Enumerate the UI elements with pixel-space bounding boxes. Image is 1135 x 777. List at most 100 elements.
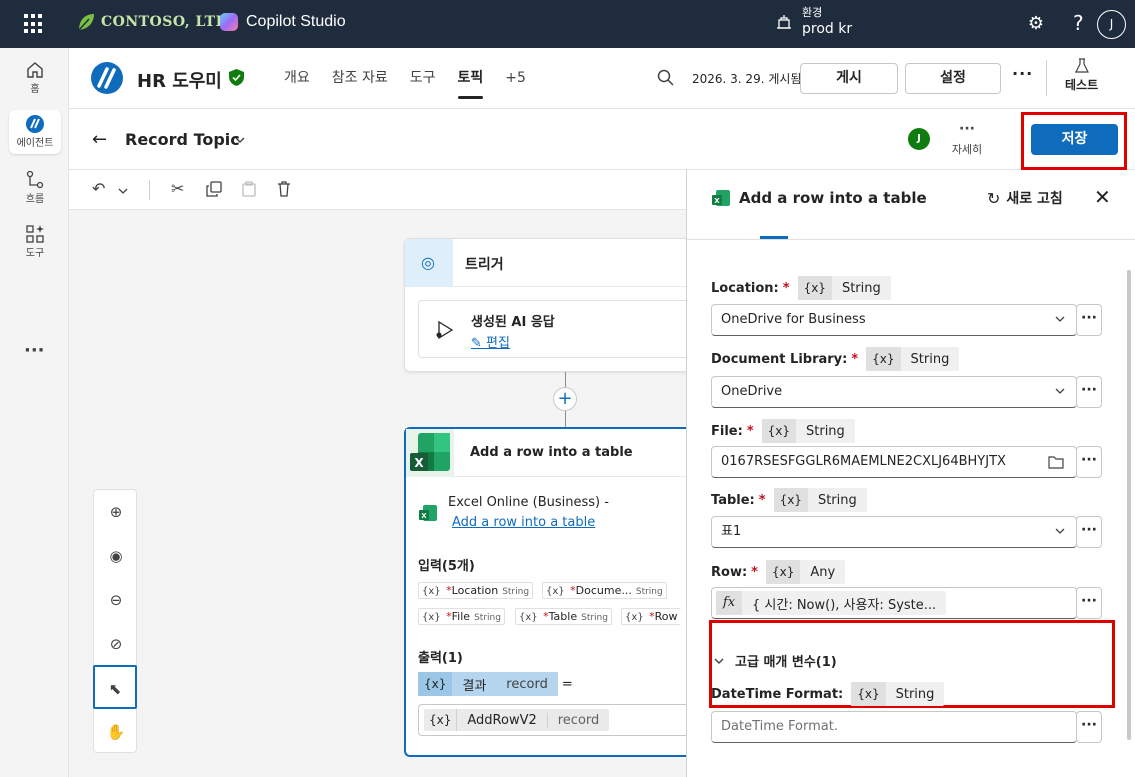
input-chip-document: {x} *Docume... String — [542, 582, 667, 599]
tab-topics[interactable]: 토픽 — [447, 48, 495, 109]
tab-overview[interactable]: 개요 — [273, 48, 321, 109]
product-title[interactable]: Copilot Studio — [220, 13, 346, 31]
panel-tabs — [687, 226, 1135, 239]
trigger-node[interactable]: ◎ 트리거 생성된 AI 응답 ✎ 편집 — [404, 238, 695, 372]
fit-view-icon[interactable]: ◉ — [94, 534, 138, 578]
cut-icon[interactable]: ✂ — [171, 179, 184, 198]
file-more-button[interactable]: ··· — [1076, 446, 1102, 478]
chevron-down-icon[interactable] — [234, 134, 246, 146]
back-arrow-icon[interactable]: ← — [92, 129, 107, 150]
user-avatar[interactable]: J — [1097, 10, 1126, 39]
document-library-label: Document Library: * {x} String — [711, 347, 960, 371]
delete-icon[interactable] — [277, 181, 291, 197]
datetime-format-input[interactable]: DateTime Format. — [711, 711, 1077, 743]
publish-button[interactable]: 게시 — [800, 63, 898, 94]
action-link[interactable]: Add a row into a table — [452, 515, 595, 530]
select-pointer-icon[interactable]: ⬉ — [93, 665, 137, 709]
nav-flows[interactable]: 흐름 — [9, 166, 61, 210]
scrollbar[interactable] — [1127, 270, 1131, 740]
refresh-icon: ↻ — [987, 188, 1001, 208]
copy-icon[interactable] — [206, 181, 222, 197]
pan-hand-icon[interactable]: ✋ — [94, 710, 138, 754]
refresh-button[interactable]: ↻ 새로 고침 — [987, 188, 1063, 208]
search-icon[interactable] — [657, 69, 675, 87]
output-variable-type: record — [557, 712, 600, 728]
undo-icon[interactable]: ↶ — [92, 179, 105, 198]
tools-icon — [26, 225, 44, 243]
tab-more[interactable]: +5 — [494, 48, 537, 109]
chevron-down-icon[interactable] — [117, 185, 129, 197]
output-variable-chip[interactable]: {x} AddRowV2 record — [424, 709, 610, 731]
tab-tools[interactable]: 도구 — [399, 48, 447, 109]
row-more-button[interactable]: ··· — [1076, 587, 1102, 619]
field-label: Location: — [711, 280, 779, 296]
required-mark: * — [758, 492, 766, 508]
outputs-header: 출력(1) — [418, 651, 463, 666]
flow-icon — [26, 170, 44, 189]
environment-picker[interactable]: 환경 prod kr — [776, 6, 852, 38]
nav-flows-label: 흐름 — [25, 194, 45, 205]
settings-gear-icon[interactable]: ⚙ — [1026, 14, 1046, 34]
input-name: Table — [548, 610, 578, 623]
required-mark: * — [746, 423, 754, 439]
close-icon[interactable]: ✕ — [1094, 185, 1111, 209]
settings-button[interactable]: 설정 — [905, 63, 1001, 94]
nav-more-icon[interactable]: ··· — [24, 340, 45, 361]
type-label: String — [817, 492, 857, 508]
datetime-format-more-button[interactable]: ··· — [1076, 711, 1102, 743]
paste-icon[interactable] — [242, 181, 256, 197]
topic-title[interactable]: Record Topic — [125, 130, 240, 149]
trigger-item[interactable]: 생성된 AI 응답 ✎ 편집 — [418, 300, 695, 358]
required-mark: * — [782, 280, 790, 296]
location-more-button[interactable]: ··· — [1076, 304, 1102, 336]
topic-bar: ← Record Topic J ··· 자세히 저장 — [69, 109, 1135, 170]
copilot-studio-logo-icon — [220, 13, 238, 31]
chevron-down-icon — [1055, 316, 1065, 322]
add-node-button[interactable]: + — [553, 387, 577, 411]
folder-icon[interactable] — [1048, 447, 1064, 477]
variable-icon: {x} — [797, 276, 832, 300]
authoring-canvas[interactable]: ◎ 트리거 생성된 AI 응답 ✎ 편집 + X Add a row into … — [69, 210, 696, 777]
trigger-edit-link[interactable]: ✎ 편집 — [471, 332, 510, 351]
verified-shield-icon — [229, 69, 244, 86]
input-chip-row: {x} *Row — [621, 608, 681, 625]
disable-icon[interactable]: ⊘ — [94, 622, 138, 666]
more-options-icon[interactable]: ··· — [1012, 64, 1033, 83]
service-name: Excel Online (Business) - — [448, 495, 609, 510]
variable-icon: {x} — [546, 586, 565, 597]
canvas-toolbar: ↶ ✂ — [69, 170, 686, 210]
variable-icon: {x} — [422, 612, 441, 623]
document-library-more-button[interactable]: ··· — [1076, 376, 1102, 408]
nav-home[interactable]: 홈 — [9, 56, 61, 100]
chevron-down-icon — [1055, 528, 1065, 534]
output-type: record — [506, 676, 548, 692]
formula-chip[interactable]: fx { 시간: Now(), 사용자: Syste... — [716, 591, 947, 615]
table-dropdown[interactable]: 표1 — [711, 516, 1077, 548]
nav-tools[interactable]: 도구 — [9, 220, 61, 264]
nav-agents[interactable]: 에이전트 — [9, 110, 61, 154]
zoom-out-icon[interactable]: ⊖ — [94, 578, 138, 622]
row-formula-input[interactable]: fx { 시간: Now(), 사용자: Syste... — [711, 587, 1077, 619]
input-chip-table: {x} *Table String — [515, 608, 612, 625]
svg-text:X: X — [414, 456, 424, 470]
details-button[interactable]: ··· 자세히 — [947, 122, 987, 157]
output-variable-field[interactable]: {x} AddRowV2 record — [418, 704, 696, 736]
help-icon[interactable]: ? — [1073, 11, 1084, 35]
variable-icon: {x} — [422, 586, 441, 597]
save-button[interactable]: 저장 — [1031, 124, 1118, 155]
nav-tools-label: 도구 — [25, 248, 45, 259]
file-input[interactable]: 0167RSESFGGLR6MAEMLNE2CXLJ64BHYJTX — [711, 446, 1077, 478]
tab-knowledge[interactable]: 참조 자료 — [321, 48, 399, 109]
action-node[interactable]: X Add a row into a table X Excel Online … — [404, 427, 696, 757]
variable-icon: {x} — [418, 672, 453, 696]
zoom-in-icon[interactable]: ⊕ — [94, 490, 138, 534]
document-library-dropdown[interactable]: OneDrive — [711, 376, 1077, 408]
collaborator-avatar[interactable]: J — [908, 128, 930, 150]
location-dropdown[interactable]: OneDrive for Business — [711, 304, 1077, 336]
variable-icon: {x} — [851, 682, 886, 706]
test-button[interactable]: 테스트 — [1065, 58, 1098, 93]
advanced-parameters-toggle[interactable]: 고급 매개 변수(1) — [713, 651, 837, 670]
table-more-button[interactable]: ··· — [1076, 516, 1102, 548]
app-launcher-icon[interactable] — [24, 14, 44, 34]
panel-scroll-area[interactable]: Location: * {x} String OneDrive for Busines… — [687, 239, 1135, 777]
